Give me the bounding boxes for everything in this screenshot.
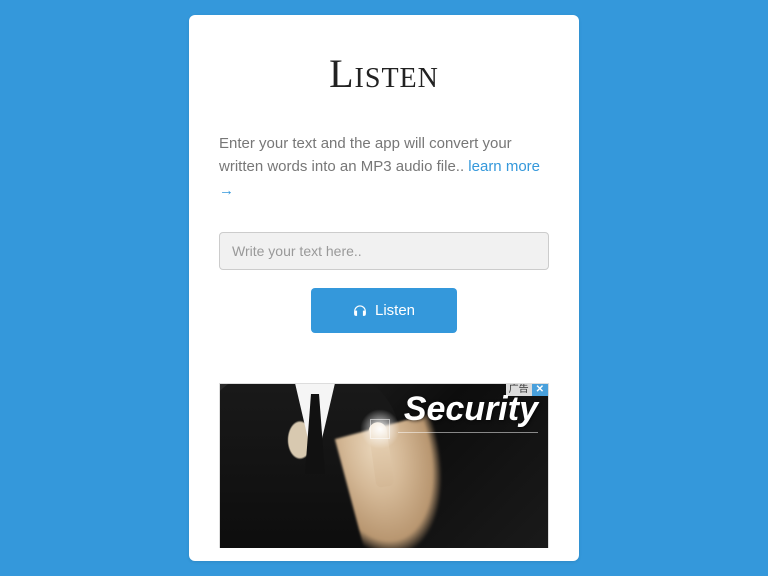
ad-touch-glow: [360, 409, 400, 449]
text-input[interactable]: [219, 232, 549, 270]
listen-button-label: Listen: [375, 302, 415, 319]
headphones-icon: [353, 303, 367, 317]
arrow-right-icon: →: [219, 179, 234, 202]
button-row: Listen: [219, 288, 549, 333]
ad-banner[interactable]: Security 广告 ✕: [219, 383, 549, 548]
page-title: Listen: [219, 50, 549, 97]
ad-underline: [398, 432, 538, 433]
listen-button[interactable]: Listen: [311, 288, 457, 333]
ad-badges: 广告 ✕: [506, 384, 548, 396]
app-card: Listen Enter your text and the app will …: [189, 15, 579, 561]
ad-close-icon[interactable]: ✕: [532, 384, 548, 396]
ad-label-badge: 广告: [506, 384, 532, 396]
description-text: Enter your text and the app will convert…: [219, 132, 549, 202]
learn-more-text: learn more: [468, 158, 540, 175]
